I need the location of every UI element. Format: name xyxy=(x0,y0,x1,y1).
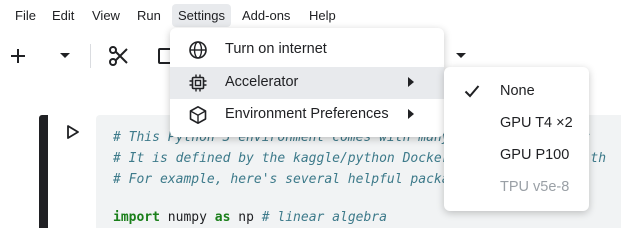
option-label: GPU T4 ×2 xyxy=(500,115,573,131)
plus-icon[interactable] xyxy=(9,47,27,65)
box-icon xyxy=(189,106,207,124)
globe-icon xyxy=(189,41,207,59)
menu-file[interactable]: File xyxy=(9,4,42,27)
menu-add-ons[interactable]: Add-ons xyxy=(236,4,296,27)
submenu-arrow-icon xyxy=(408,77,414,87)
module-alias: np xyxy=(230,210,262,225)
menu-item-label: Accelerator xyxy=(225,74,299,90)
option-label: GPU P100 xyxy=(500,147,570,163)
menu-item-label: Turn on internet xyxy=(225,41,327,57)
caret-down-icon[interactable] xyxy=(455,52,467,60)
accelerator-option-tpu: TPU v5e-8 xyxy=(444,171,589,203)
accelerator-option-gpu-t4[interactable]: GPU T4 ×2 xyxy=(444,107,589,139)
chip-icon xyxy=(189,74,207,92)
menu-view[interactable]: View xyxy=(86,4,126,27)
option-label: None xyxy=(500,83,535,99)
submenu-arrow-icon xyxy=(408,109,414,119)
settings-dropdown: Turn on internet Accelerator Environment… xyxy=(170,28,444,137)
menu-edit[interactable]: Edit xyxy=(46,4,80,27)
menubar: File Edit View Run Settings Add-ons Help xyxy=(0,0,621,30)
menu-item-turn-on-internet[interactable]: Turn on internet xyxy=(170,34,444,66)
menu-settings[interactable]: Settings xyxy=(172,4,231,27)
menu-help[interactable]: Help xyxy=(303,4,342,27)
scissors-icon[interactable] xyxy=(107,44,131,68)
accelerator-option-none[interactable]: None xyxy=(444,75,589,107)
run-cell-icon[interactable] xyxy=(66,124,80,140)
module-name: numpy xyxy=(159,210,215,225)
menu-item-environment-preferences[interactable]: Environment Preferences xyxy=(170,99,444,131)
inline-comment: # linear algebra xyxy=(261,210,387,225)
option-label: TPU v5e-8 xyxy=(500,179,570,195)
toolbar-divider xyxy=(90,44,91,68)
menu-item-accelerator[interactable]: Accelerator xyxy=(170,67,444,99)
code-line-5: import numpy as np # linear algebra xyxy=(113,210,387,225)
keyword-as: as xyxy=(214,210,231,225)
menu-item-label: Environment Preferences xyxy=(225,106,389,122)
keyword-import: import xyxy=(113,210,160,225)
accelerator-option-gpu-p100[interactable]: GPU P100 xyxy=(444,139,589,171)
accelerator-submenu: None GPU T4 ×2 GPU P100 TPU v5e-8 xyxy=(444,67,589,211)
menu-run[interactable]: Run xyxy=(131,4,167,27)
cell-selection-bar xyxy=(39,115,48,228)
check-icon xyxy=(464,85,480,98)
caret-down-icon[interactable] xyxy=(59,52,71,60)
